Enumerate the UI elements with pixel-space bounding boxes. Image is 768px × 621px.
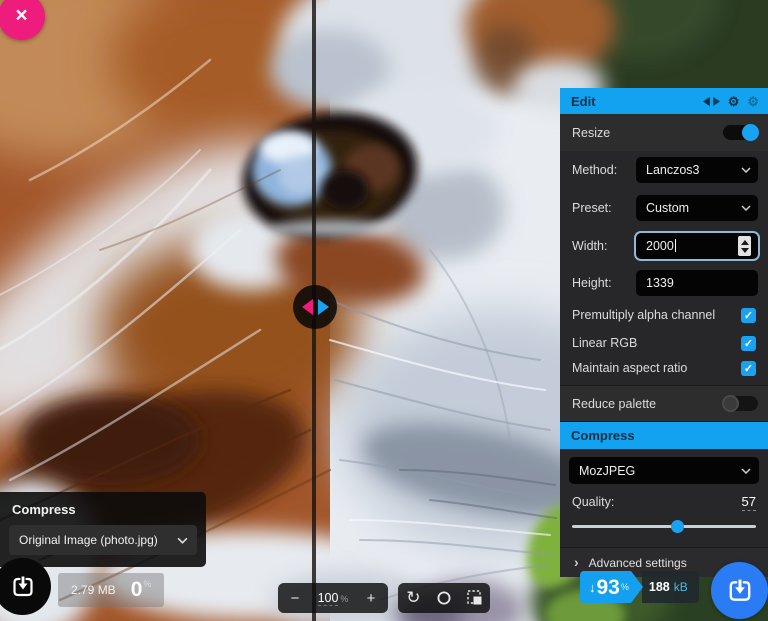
percent-sign: %	[143, 579, 151, 589]
plus-icon: +	[367, 590, 376, 607]
quality-section: Quality: 57	[560, 484, 768, 547]
download-icon	[727, 578, 753, 604]
chevron-down-icon	[741, 167, 751, 173]
resize-toggle[interactable]	[723, 125, 758, 140]
reduce-palette-toggle-knob	[722, 395, 739, 412]
original-file-size: 2.79 MB	[71, 583, 116, 597]
frame-select-icon	[467, 590, 483, 606]
quality-label: Quality:	[572, 495, 614, 509]
resize-label: Resize	[572, 126, 610, 140]
compare-divider-handle[interactable]	[293, 285, 337, 329]
compare-right-arrow-icon	[318, 299, 329, 315]
premultiply-row: Premultiply alpha channel ✓	[560, 301, 768, 329]
reduce-palette-label: Reduce palette	[572, 397, 656, 411]
slider-thumb[interactable]	[671, 520, 684, 533]
method-row: Method: Lanczos3	[560, 151, 768, 189]
preset-label: Preset:	[572, 201, 612, 215]
chevron-down-icon	[177, 537, 188, 544]
aspect-ratio-row: Maintain aspect ratio ✓	[560, 357, 768, 385]
zoom-level-value[interactable]: 100	[318, 591, 339, 606]
height-label: Height:	[572, 276, 612, 290]
edit-panel-header: Edit ⚙ ⚙	[560, 88, 768, 114]
height-input[interactable]: 1339	[636, 270, 758, 296]
compressed-size-value: 188	[649, 580, 670, 594]
zoom-out-button[interactable]: −	[280, 583, 310, 613]
compress-panel-title: Compress	[571, 428, 635, 443]
badge-arrow-point	[631, 571, 643, 603]
linear-rgb-label: Linear RGB	[572, 336, 637, 350]
method-select[interactable]: Lanczos3	[636, 157, 758, 183]
center-view-button[interactable]	[429, 583, 459, 613]
premultiply-checkbox[interactable]: ✓	[741, 308, 756, 323]
minus-icon: −	[291, 590, 300, 607]
savings-percent-sign: %	[621, 582, 629, 592]
chevron-down-icon	[741, 468, 751, 474]
original-size-readout: 2.79 MB 0%	[58, 573, 164, 607]
check-icon: ✓	[744, 309, 753, 322]
savings-value: 93	[597, 577, 620, 598]
premultiply-label: Premultiply alpha channel	[572, 308, 715, 322]
down-arrow-icon: ↓	[589, 580, 596, 595]
zoom-toolbar: − 100% +	[278, 583, 388, 613]
check-icon: ✓	[744, 362, 753, 375]
source-image-select[interactable]: Original Image (photo.jpg)	[9, 525, 197, 555]
savings-badge: ↓ 93 % 188 kB	[580, 571, 699, 603]
chevron-right-icon: ›	[574, 554, 579, 570]
resize-row: Resize	[560, 114, 768, 151]
spinner-down-icon	[741, 248, 749, 253]
quality-value[interactable]: 57	[742, 494, 756, 511]
aspect-ratio-label: Maintain aspect ratio	[572, 361, 687, 375]
width-row: Width: 2000	[560, 227, 768, 265]
preset-select[interactable]: Custom	[636, 195, 758, 221]
toggle-background-button[interactable]	[460, 583, 490, 613]
advanced-settings-label: Advanced settings	[589, 556, 687, 570]
savings-percent: ↓ 93 %	[580, 571, 631, 603]
download-icon	[11, 575, 35, 599]
codec-section: MozJPEG	[560, 449, 768, 484]
reduce-palette-toggle[interactable]	[723, 396, 758, 411]
spinner-up-icon	[741, 240, 749, 245]
width-label: Width:	[572, 239, 607, 253]
width-input[interactable]: 2000	[636, 233, 758, 259]
slider-track	[572, 525, 756, 528]
edit-panel-title: Edit	[571, 94, 596, 109]
circle-icon	[437, 591, 451, 605]
text-caret	[675, 239, 676, 252]
reduce-palette-row: Reduce palette	[560, 385, 768, 422]
codec-select[interactable]: MozJPEG	[569, 457, 759, 484]
preset-row: Preset: Custom	[560, 189, 768, 227]
download-compressed-button[interactable]	[711, 562, 768, 619]
aspect-ratio-checkbox[interactable]: ✓	[741, 361, 756, 376]
original-panel-title: Compress	[0, 492, 206, 525]
chevron-down-icon	[741, 205, 751, 211]
check-icon: ✓	[744, 337, 753, 350]
compressed-size-unit: kB	[674, 580, 688, 594]
resize-toggle-knob	[742, 124, 759, 141]
rotate-button[interactable]: ↻	[398, 583, 428, 613]
method-label: Method:	[572, 163, 617, 177]
quality-slider[interactable]	[572, 520, 756, 533]
zoom-in-button[interactable]: +	[356, 583, 386, 613]
linear-rgb-row: Linear RGB ✓	[560, 329, 768, 357]
compare-left-arrow-icon	[302, 299, 313, 315]
zoom-percent-sign: %	[340, 594, 348, 604]
original-percent-value: 0	[131, 578, 143, 601]
squoosh-app: × Edit ⚙ ⚙ Resize Method: Lanczos3	[0, 0, 768, 621]
compressed-size-readout: 188 kB	[642, 571, 699, 603]
gear-icon-disabled: ⚙	[747, 95, 759, 108]
close-icon: ×	[15, 4, 27, 28]
copy-settings-icon[interactable]: ⚙	[728, 95, 740, 108]
height-row: Height: 1339	[560, 265, 768, 301]
compare-toggle-icon[interactable]	[703, 96, 720, 107]
compress-panel-header: Compress	[560, 422, 768, 449]
original-image-panel: Compress Original Image (photo.jpg)	[0, 492, 206, 567]
linear-rgb-checkbox[interactable]: ✓	[741, 336, 756, 351]
rotate-icon: ↻	[406, 588, 420, 608]
view-toolbar: ↻	[398, 583, 490, 613]
edit-panel: Edit ⚙ ⚙ Resize Method: Lanczos3	[560, 88, 768, 577]
number-spinner[interactable]	[738, 236, 751, 256]
